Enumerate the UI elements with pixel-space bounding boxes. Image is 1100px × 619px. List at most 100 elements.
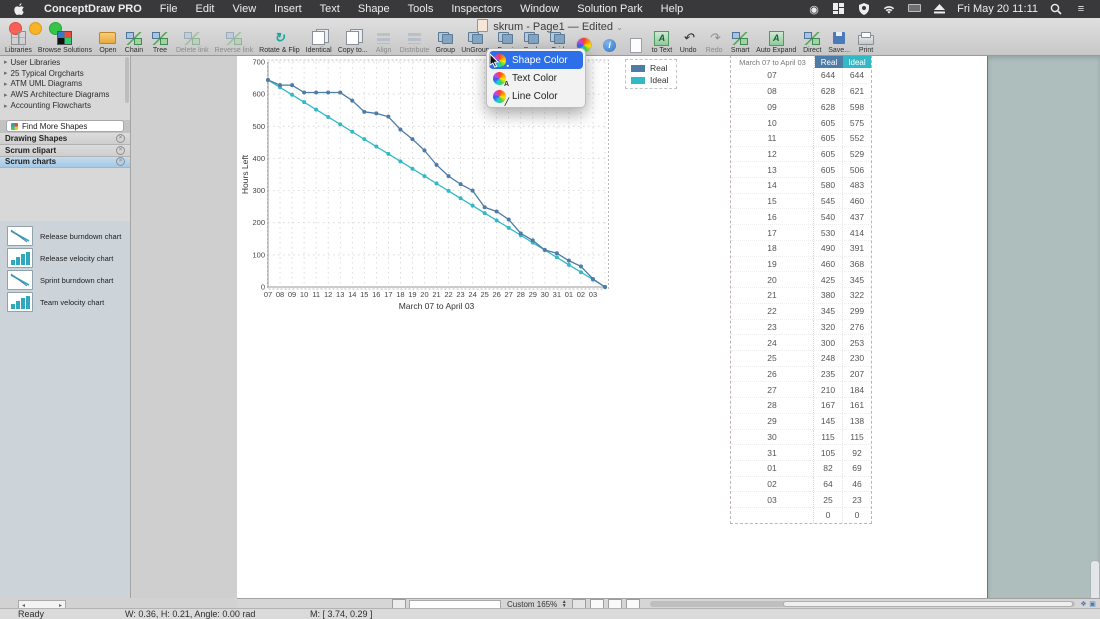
record-icon[interactable]: ◉	[807, 2, 821, 16]
vertical-scrollbar-thumb[interactable]	[1090, 560, 1100, 602]
save-button[interactable]: Save...	[826, 30, 852, 55]
shape-item-release-velocity-chart[interactable]: Release velocity chart	[0, 247, 130, 269]
menu-item-line-color[interactable]: ╱ Line Color	[489, 87, 583, 106]
burndown-chart-figure[interactable]: 010020030040050060070007 08 09 10 11 12 13 14 15…	[237, 55, 657, 327]
shapes-grid-icon	[11, 122, 18, 130]
table-real-cell: 320	[814, 319, 843, 335]
disclosure-triangle-icon[interactable]: ▸	[4, 102, 8, 110]
open-button[interactable]: Open	[96, 30, 120, 55]
disclosure-triangle-icon[interactable]: ▸	[4, 69, 8, 77]
solution-row-accounting-flowcharts[interactable]: ▸ Accounting Flowcharts	[0, 100, 130, 111]
table-ideal-cell: 598	[849, 101, 865, 112]
wifi-icon[interactable]	[882, 2, 896, 16]
horizontal-scrollbar-thumb[interactable]	[783, 601, 1073, 607]
status-dimensions: W: 0.36, H: 0.21, Angle: 0.00 rad	[125, 609, 256, 619]
search-icon[interactable]	[1049, 2, 1063, 16]
library-tab-label: Drawing Shapes	[5, 133, 68, 143]
library-tab-scrum-clipart[interactable]: Scrum clipart ×	[0, 144, 130, 157]
window-grid-icon[interactable]	[832, 2, 846, 16]
page-button[interactable]	[624, 37, 648, 55]
solution-row-aws-architecture-diagrams[interactable]: ▸ AWS Architecture Diagrams	[0, 89, 130, 100]
solution-row-user-libraries[interactable]: ▸ User Libraries	[0, 57, 130, 68]
disclosure-triangle-icon[interactable]: ▸	[4, 80, 8, 88]
identical-button[interactable]: Identical	[304, 29, 334, 55]
table-date-cell: 11	[731, 130, 814, 146]
table-row: 24 300 253	[731, 335, 871, 351]
direct-button[interactable]: Direct	[800, 30, 824, 55]
to-text-icon: A	[652, 30, 672, 46]
find-more-shapes-bar: Find More Shapes	[0, 119, 130, 133]
auto-expand-button[interactable]: A Auto Expand	[754, 30, 798, 55]
table-row: 11 605 552	[731, 130, 871, 147]
menu-clock[interactable]: Fri May 20 11:11	[957, 3, 1038, 15]
apple-icon[interactable]	[14, 2, 25, 16]
print-button[interactable]: Print	[854, 30, 878, 55]
menu-item-shape-color[interactable]: ▪ Shape Color	[489, 51, 583, 70]
shield-icon[interactable]	[857, 2, 871, 16]
menu-item-solution-park[interactable]: Solution Park	[568, 0, 651, 18]
solution-row-atm-uml-diagrams[interactable]: ▸ ATM UML Diagrams	[0, 79, 130, 90]
tree-button[interactable]: Tree	[148, 30, 172, 55]
close-library-icon[interactable]: ×	[116, 133, 125, 143]
menu-item-text-color[interactable]: A Text Color	[489, 69, 583, 88]
menu-item-window[interactable]: Window	[511, 0, 568, 18]
browse-solutions-button[interactable]: Browse Solutions	[36, 30, 94, 55]
info-button[interactable]: i	[598, 37, 622, 55]
disclosure-triangle-icon[interactable]: ▸	[4, 58, 8, 66]
libraries-icon	[8, 30, 28, 46]
find-more-shapes-button[interactable]: Find More Shapes	[6, 120, 124, 133]
table-date-cell: 18	[731, 240, 814, 256]
browse-solutions-icon	[55, 30, 75, 46]
close-library-icon[interactable]: ×	[116, 157, 125, 167]
save-icon	[829, 30, 849, 46]
list-icon[interactable]: ≡	[1074, 2, 1088, 16]
undo-button[interactable]: ↶ Undo	[676, 30, 700, 55]
table-real-cell: 580	[814, 178, 843, 193]
table-ideal-cell: 230	[849, 353, 865, 364]
shape-item-sprint-burndown-chart[interactable]: Sprint burndown chart	[0, 269, 130, 291]
smart-button[interactable]: Smart	[728, 30, 752, 55]
svg-text:11: 11	[312, 290, 320, 299]
library-tab-drawing-shapes[interactable]: Drawing Shapes ×	[0, 132, 130, 145]
menu-item-view[interactable]: View	[224, 0, 266, 18]
menu-item-file[interactable]: File	[151, 0, 187, 18]
svg-text:20: 20	[420, 290, 428, 299]
chart-legend[interactable]: Real Ideal	[625, 59, 678, 89]
menu-item-edit[interactable]: Edit	[187, 0, 224, 18]
display-icon[interactable]	[907, 2, 921, 16]
library-tab-scrum-charts[interactable]: Scrum charts ×	[0, 156, 130, 169]
copy-to-button[interactable]: Copy to...	[336, 29, 370, 55]
table-header-ideal: Ideal	[843, 56, 871, 68]
disclosure-triangle-icon[interactable]: ▸	[4, 91, 8, 99]
menu-item-insert[interactable]: Insert	[265, 0, 311, 18]
libraries-button[interactable]: Libraries	[3, 30, 34, 55]
table-date-cell: 21	[731, 288, 814, 303]
menu-item-shape[interactable]: Shape	[349, 0, 399, 18]
menu-item-text[interactable]: Text	[311, 0, 349, 18]
shape-label: Sprint burndown chart	[40, 275, 114, 285]
eject-icon[interactable]	[932, 2, 946, 16]
chain-button[interactable]: Chain	[122, 30, 146, 55]
horizontal-scrollbar[interactable]	[650, 601, 1075, 607]
sidebar-scrollbar[interactable]	[125, 57, 129, 103]
menu-item-tools[interactable]: Tools	[399, 0, 443, 18]
drawing-canvas[interactable]: 0 100 200 300 400 500 600 700 07 08 09 10 11 12 13 14 15…	[237, 55, 988, 598]
chain-label: Chain	[124, 47, 144, 54]
group-button[interactable]: Group	[433, 30, 457, 55]
menu-item-app[interactable]: ConceptDraw PRO	[35, 0, 151, 18]
undo-icon: ↶	[682, 30, 694, 45]
close-library-icon[interactable]: ×	[116, 145, 125, 155]
delete-link-button: Delete link	[174, 30, 211, 55]
chart-data-table[interactable]: March 07 to April 03 Real Ideal 07 644 644…	[730, 55, 872, 524]
svg-text:24: 24	[468, 290, 476, 299]
table-row: 00	[731, 508, 871, 523]
menu-item-inspectors[interactable]: Inspectors	[442, 0, 511, 18]
shape-item-team-velocity-chart[interactable]: Team velocity chart	[0, 291, 130, 313]
menu-item-help[interactable]: Help	[652, 0, 693, 18]
shape-item-release-burndown-chart[interactable]: Release burndown chart	[0, 225, 130, 247]
to-text-button[interactable]: Ato Text	[650, 30, 675, 55]
table-header-title: March 07 to April 03	[731, 56, 815, 68]
svg-text:16: 16	[372, 290, 380, 299]
rotate-flip-button[interactable]: ↻ Rotate & Flip	[257, 30, 301, 55]
solution-row-25-typical-orgcharts[interactable]: ▸ 25 Typical Orgcharts	[0, 68, 130, 79]
